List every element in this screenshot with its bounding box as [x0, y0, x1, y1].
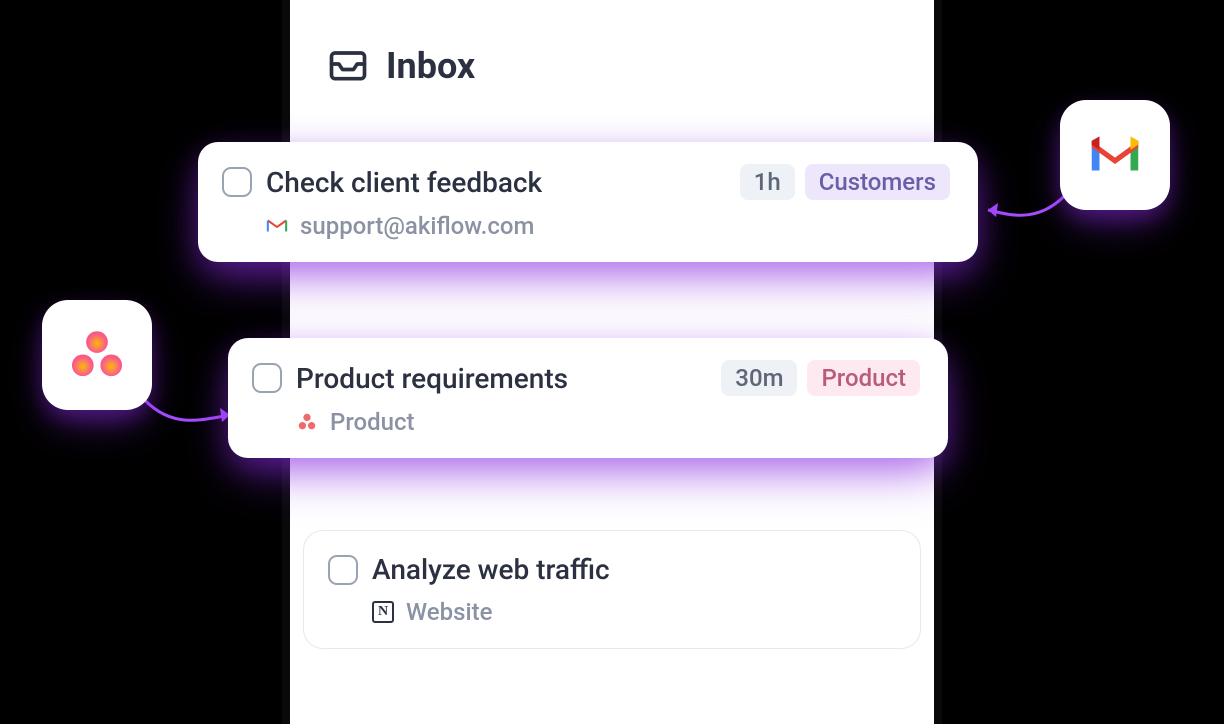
tag-pill: Product: [807, 360, 920, 396]
task-source: Website: [406, 598, 492, 626]
task-source: support@akiflow.com: [300, 212, 534, 240]
task-pills: 30m Product: [721, 360, 920, 396]
notion-icon: N: [372, 601, 394, 623]
duration-pill: 1h: [740, 164, 795, 200]
asana-icon: [296, 411, 318, 433]
task-card[interactable]: Product requirements 30m Product Product: [228, 338, 948, 458]
task-title: Check client feedback: [266, 166, 726, 199]
task-pills: 1h Customers: [740, 164, 950, 200]
tag-pill: Customers: [805, 164, 950, 200]
task-checkbox[interactable]: [222, 167, 252, 197]
task-card[interactable]: Analyze web traffic N Website: [303, 530, 921, 649]
integration-badge-gmail: [1060, 100, 1170, 210]
task-source: Product: [330, 408, 415, 436]
gmail-icon: [266, 215, 288, 237]
inbox-tray-icon: [326, 42, 370, 90]
task-checkbox[interactable]: [328, 555, 358, 585]
task-card[interactable]: Check client feedback 1h Customers suppo…: [198, 142, 978, 262]
duration-pill: 30m: [721, 360, 797, 396]
task-title: Analyze web traffic: [372, 553, 892, 586]
inbox-title: Inbox: [386, 45, 475, 87]
integration-badge-asana: [42, 300, 152, 410]
inbox-header: Inbox: [290, 30, 934, 120]
task-checkbox[interactable]: [252, 363, 282, 393]
task-title: Product requirements: [296, 362, 707, 395]
